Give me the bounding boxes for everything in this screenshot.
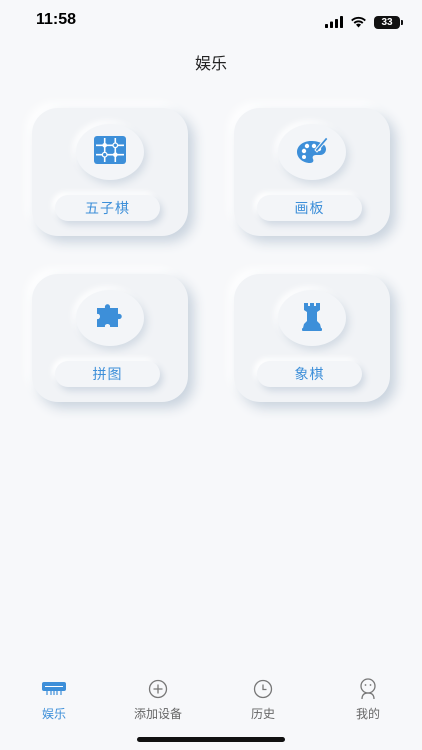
game-icon-circle xyxy=(76,124,144,180)
bottom-tab-bar: 娱乐 添加设备 历史 我的 xyxy=(0,670,422,724)
tab-entertainment[interactable]: 娱乐 xyxy=(14,678,94,722)
tab-label: 我的 xyxy=(355,707,380,721)
game-label-gomoku: 五子棋 xyxy=(55,195,160,221)
game-card-drawing-board[interactable]: 画板 xyxy=(234,108,390,236)
cellular-signal-icon xyxy=(325,13,343,32)
status-bar: 11:58 33 xyxy=(0,0,422,44)
tab-history[interactable]: 历史 xyxy=(223,678,303,722)
game-icon-circle xyxy=(278,290,346,346)
device-icon xyxy=(42,678,66,700)
game-label-drawing-board: 画板 xyxy=(257,195,362,221)
home-indicator xyxy=(137,737,285,742)
palette-icon xyxy=(295,135,329,169)
tab-label: 历史 xyxy=(250,707,275,721)
tab-label: 添加设备 xyxy=(133,707,182,721)
tab-label: 娱乐 xyxy=(41,707,66,721)
game-icon-circle xyxy=(278,124,346,180)
clock-icon xyxy=(253,678,273,700)
game-label-chinese-chess: 象棋 xyxy=(257,361,362,387)
game-icon-circle xyxy=(76,290,144,346)
game-card-gomoku[interactable]: 五子棋 xyxy=(32,108,188,236)
chess-rook-icon xyxy=(300,301,324,335)
game-card-puzzle[interactable]: 拼图 xyxy=(32,274,188,402)
status-time: 11:58 xyxy=(36,11,77,28)
wifi-icon xyxy=(350,13,367,32)
status-indicators: 33 xyxy=(325,13,403,32)
puzzle-icon xyxy=(94,302,126,334)
tab-add-device[interactable]: 添加设备 xyxy=(118,678,198,722)
game-label-puzzle: 拼图 xyxy=(55,361,160,387)
page-title: 娱乐 xyxy=(194,54,227,73)
tab-profile[interactable]: 我的 xyxy=(328,678,408,722)
game-card-chinese-chess[interactable]: 象棋 xyxy=(234,274,390,402)
battery-indicator: 33 xyxy=(374,16,403,29)
add-circle-icon xyxy=(148,678,168,700)
grid-board-icon xyxy=(94,136,126,168)
profile-icon xyxy=(358,678,378,700)
